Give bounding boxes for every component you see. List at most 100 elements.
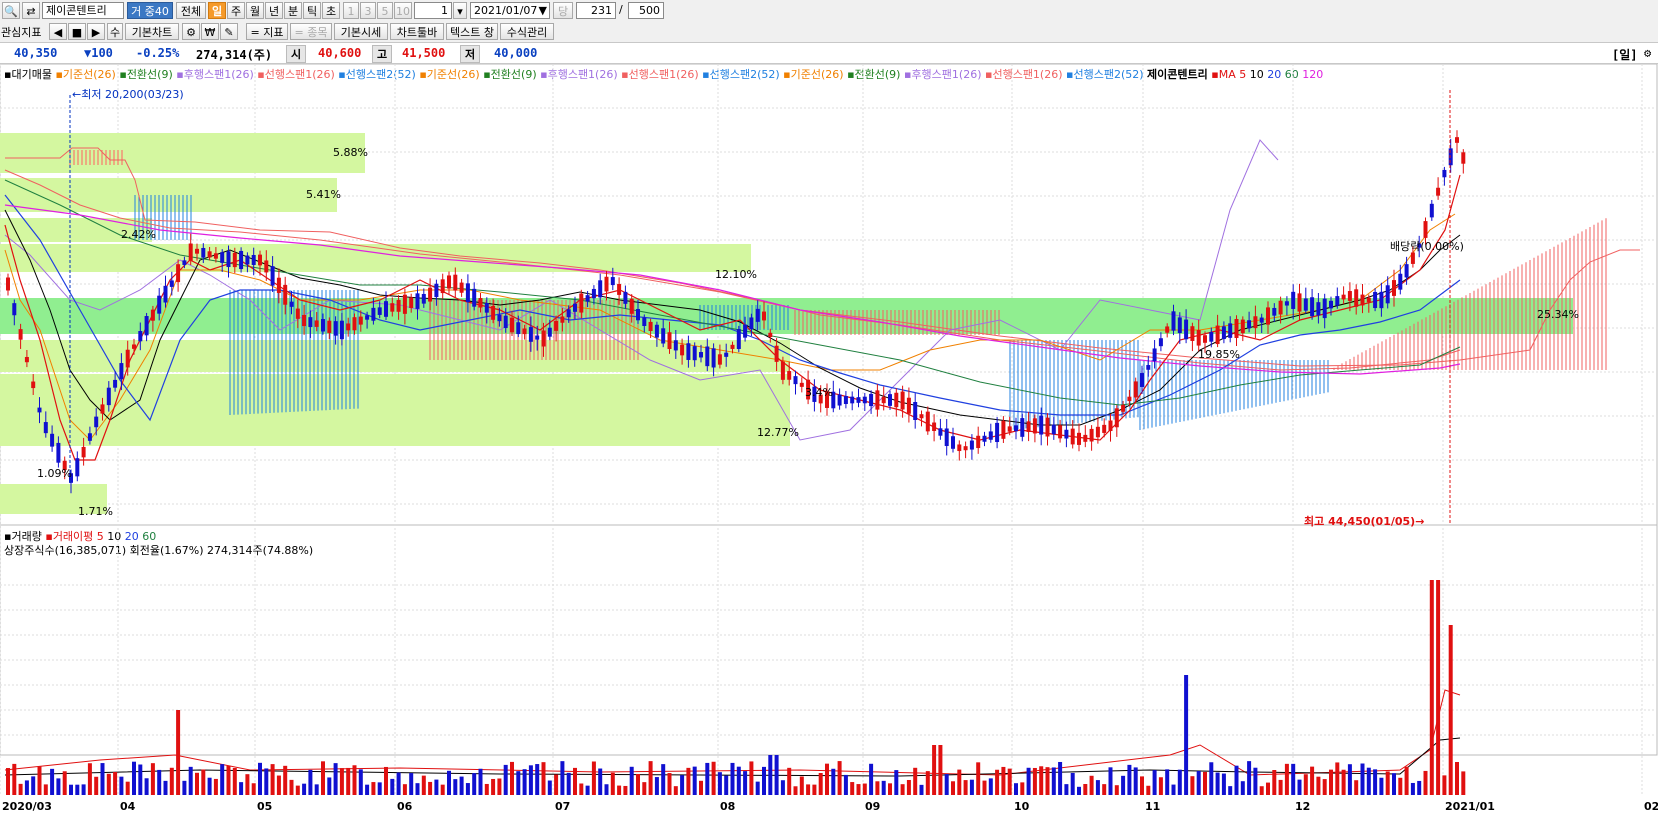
period-second-tab[interactable]: 초 [322, 2, 340, 19]
volume-bar [1215, 772, 1220, 795]
all-button[interactable]: 전체 [176, 2, 206, 19]
period-month-tab[interactable]: 월 [246, 2, 264, 19]
chart-toolbar-button[interactable]: 차트툴바 [390, 23, 444, 40]
candle-body [951, 436, 955, 449]
volume-bar [988, 778, 993, 795]
date-dropdown-icon[interactable]: ▼ [539, 3, 547, 18]
basic-quote-button[interactable]: 기본시세 [334, 23, 388, 40]
volume-bar [1297, 779, 1302, 795]
volume-bar [1322, 779, 1327, 795]
group-button[interactable]: 거 중40 [127, 2, 173, 19]
volume-bar [837, 761, 842, 795]
period-year-tab[interactable]: 년 [265, 2, 283, 19]
candle-body [642, 317, 647, 326]
volume-bar [780, 780, 785, 795]
period-day-tab[interactable]: 일 [208, 2, 226, 19]
su-button[interactable]: 수 [107, 23, 123, 40]
interval-input[interactable]: 1 [414, 2, 452, 19]
volume-bar [18, 783, 23, 795]
candle-body [1215, 325, 1220, 345]
nav-prev-button[interactable]: ◀ [49, 23, 67, 40]
volume-bar [881, 780, 886, 795]
candle-body [1228, 323, 1233, 338]
minute-5-button[interactable]: 5 [377, 2, 393, 19]
volume-bar [843, 774, 848, 795]
minute-3-button[interactable]: 3 [360, 2, 376, 19]
minute-1-button[interactable]: 1 [343, 2, 359, 19]
volume-bar [957, 769, 962, 795]
x-tick-label: 04 [120, 800, 136, 813]
period-minute-tab[interactable]: 분 [284, 2, 302, 19]
watch-indicator-label[interactable]: 관심지표 [1, 24, 41, 40]
volume-bar [201, 769, 206, 795]
search-icon[interactable]: 🔍 [2, 2, 20, 19]
stock-compare-button[interactable]: = 종목 [290, 23, 332, 40]
price-chart[interactable]: ←최저 20,200(03/23) 최고 44,450(01/05)→ 배당락(0.… [0, 64, 1658, 815]
wrench-icon[interactable]: ✎ [220, 23, 238, 40]
candle-body [1152, 348, 1157, 362]
settings-icon[interactable]: ⚙ [1644, 46, 1651, 60]
nav-stop-button[interactable]: ■ [68, 23, 86, 40]
candle-body [245, 255, 250, 265]
candle-body [453, 274, 458, 291]
period-week-tab[interactable]: 주 [227, 2, 245, 19]
tool-icon[interactable]: ⚙ [182, 23, 200, 40]
stock-name-input[interactable]: 제이콘텐트리 [42, 2, 124, 19]
indicator-button[interactable]: = 지표 [246, 23, 288, 40]
low-price: 40,000 [494, 46, 538, 60]
volume-bar [119, 776, 124, 795]
volume-bar [459, 776, 464, 795]
volume-bar [699, 780, 703, 795]
volume-bar [1127, 764, 1132, 795]
x-tick-label: 2020/03 [2, 800, 52, 813]
candle-body [1108, 420, 1113, 432]
candle-body [528, 327, 533, 342]
count-input[interactable]: 231 [576, 2, 616, 19]
candle-body [932, 422, 937, 431]
volume-bar [1247, 761, 1252, 795]
price-change-pct: -0.25% [136, 46, 180, 60]
refresh-icon[interactable]: ⇄ [22, 2, 40, 19]
interval-dropdown-icon[interactable]: ▾ [453, 2, 467, 19]
candle-body [302, 314, 307, 327]
volume-bar [598, 768, 603, 795]
candle-body [982, 435, 987, 442]
candle-body [1316, 302, 1321, 316]
volume-bar [1423, 770, 1428, 795]
volume-bar [1455, 761, 1459, 795]
volume-bar [447, 770, 451, 795]
total-input[interactable]: 500 [628, 2, 664, 19]
volume-bar [560, 761, 565, 795]
volume-bar [1461, 771, 1466, 795]
volume-bar [932, 745, 937, 795]
indicator-toolbar: 관심지표 ◀ ■ ▶ 수 기본차트 ⚙ ₩ ✎ = 지표 = 종목 기본시세 차… [0, 21, 1658, 43]
period-tick-tab[interactable]: 틱 [303, 2, 321, 19]
candle-body [1158, 338, 1163, 347]
minute-10-button[interactable]: 10 [394, 2, 412, 19]
formula-manager-button[interactable]: 수식관리 [500, 23, 554, 40]
candle-body [390, 303, 395, 312]
high-price: 41,500 [402, 46, 446, 60]
volume-bar [1360, 763, 1365, 795]
date-label[interactable]: 당 [553, 2, 573, 19]
volume-bar [308, 769, 313, 795]
candle-body [560, 316, 565, 323]
volume-bar [510, 761, 514, 795]
x-tick-label: 09 [865, 800, 880, 813]
volume-bar [182, 780, 187, 795]
text-window-button[interactable]: 텍스트 창 [446, 23, 498, 40]
candle-body [440, 279, 445, 294]
basic-chart-button[interactable]: 기본차트 [125, 23, 179, 40]
volume-bar [150, 763, 155, 795]
won-icon[interactable]: ₩ [201, 23, 219, 40]
candle-body [1253, 316, 1258, 329]
price-summary-bar: 40,350 ▼100 -0.25% 274,314(주) 시 40,600 고… [0, 43, 1658, 64]
candle-body [497, 314, 502, 322]
date-input[interactable]: 2021/01/07 ▼ [470, 2, 550, 19]
candle-body [169, 280, 174, 287]
open-label: 시 [286, 45, 307, 63]
candle-body [163, 285, 168, 303]
high-annotation: 최고 44,450(01/05)→ [1304, 514, 1424, 528]
candle-body [699, 352, 703, 358]
nav-next-button[interactable]: ▶ [87, 23, 105, 40]
